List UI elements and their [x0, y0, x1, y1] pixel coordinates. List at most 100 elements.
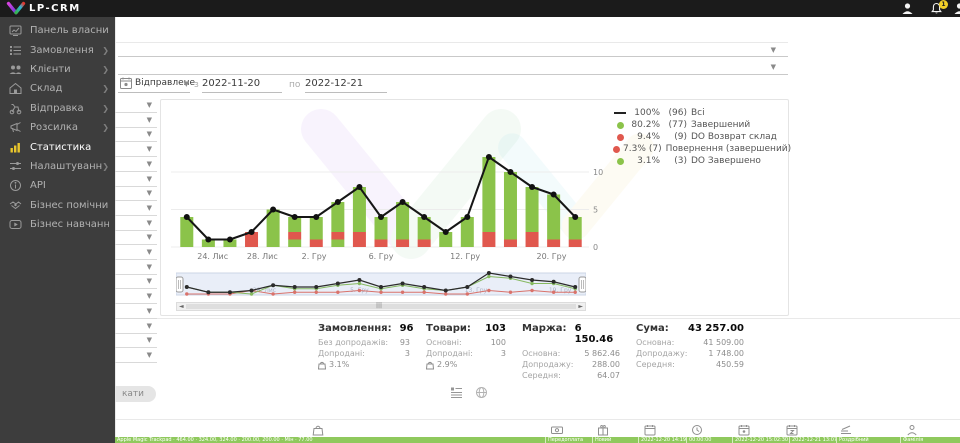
bar-segment-red	[504, 240, 517, 248]
summary-column: Замовлення:96Без допродажів:93Допродані:…	[318, 323, 410, 381]
chevron-down-icon: ▼	[771, 47, 776, 54]
calendar-date-icon[interactable]	[738, 424, 750, 436]
table-cell[interactable]: Новий	[592, 437, 638, 443]
legend-row[interactable]: 9.4%(9)DO Возврат склад	[613, 131, 785, 143]
sidebar-item-замовлення[interactable]: Замовлення❯	[0, 40, 115, 59]
table-cell[interactable]: 2022-12-20 14:19:06	[638, 437, 686, 443]
summary-sub-value: 3	[405, 348, 410, 359]
legend-row[interactable]: 80.2%(77)Завершений	[613, 119, 785, 131]
date-from-input[interactable]: 2022-11-20	[202, 76, 282, 93]
sidebar-item-api[interactable]: API	[0, 176, 115, 195]
sidebar-item-бізнес-навчання[interactable]: Бізнес навчання	[0, 215, 115, 234]
legend-count: (9)	[663, 132, 687, 142]
filter-select-1[interactable]: ▼	[118, 43, 788, 57]
summary-sub-label: Допродажу:	[636, 348, 687, 359]
bar-segment-green	[396, 202, 409, 240]
table-cell[interactable]: Роздрібний	[836, 437, 900, 443]
sidebar-item-label: Бізнес навчання	[30, 219, 109, 230]
sidebar-item-налаштування[interactable]: Налаштування❯	[0, 157, 115, 176]
banknote-icon[interactable]	[551, 424, 563, 436]
summary-column: Маржа:6 150.46Основна:5 862.46Допродажу:…	[522, 323, 620, 381]
person-icon[interactable]	[906, 424, 918, 436]
bag-icon[interactable]	[312, 424, 324, 436]
legend-percent: 80.2%	[630, 120, 660, 130]
chevron-down-icon: ▼	[147, 234, 152, 241]
chevron-down-icon: ▼	[184, 81, 189, 88]
summary-sub-row: Середня:64.07	[522, 370, 620, 381]
summary-column: Товари:103Основні:100Допродані:32.9%	[426, 323, 506, 381]
table-row[interactable]: Apple Magic Trackpad · 464.00 · 324.00, …	[115, 437, 960, 443]
y-axis-tick: 10	[593, 168, 603, 177]
calendar-alt-icon[interactable]	[786, 424, 798, 436]
scroll-left-arrow-icon[interactable]: ◄	[179, 303, 184, 311]
legend-row[interactable]: 3.1%(3)DO Завершено	[613, 155, 785, 167]
x-axis-tick: 12. Гру	[450, 252, 480, 261]
legend-row[interactable]: 100%(96)Всі	[613, 107, 785, 119]
globe-icon[interactable]	[475, 386, 488, 399]
user-secondary-icon[interactable]	[953, 2, 960, 15]
legend-count: (77)	[663, 120, 687, 130]
filter-select-2[interactable]: ▼	[118, 58, 788, 75]
chevron-right-icon: ❯	[102, 123, 109, 132]
summary-sub-label: Без допродажів:	[318, 337, 388, 348]
date-type-select[interactable]: Відправлене ▼	[118, 76, 190, 93]
bar-segment-green	[310, 217, 323, 240]
legend-label: Повернення (завершений)	[666, 144, 792, 154]
user-icon[interactable]	[901, 2, 914, 15]
summary-sub-row: Основна:5 862.46	[522, 348, 620, 359]
summary-sub-row: Допродажу:1 748.00	[636, 348, 744, 359]
table-header-icon-wrap	[906, 424, 918, 436]
legend-percent: 7.3%	[623, 144, 646, 154]
app-root: LP-CRM 1 Панель власникаЗамовлення❯Клієн…	[0, 0, 960, 443]
video-icon	[9, 218, 22, 231]
sidebar-item-розсилка[interactable]: Розсилка❯	[0, 118, 115, 137]
calendar-icon	[120, 77, 132, 89]
summary-sub-row: Основна:41 509.00	[636, 337, 744, 348]
bag-icon	[426, 361, 434, 370]
chart-lines-icon[interactable]	[840, 424, 852, 436]
summary-sub-value: 41 509.00	[703, 337, 744, 348]
legend-dot-swatch	[613, 122, 627, 129]
x-axis-tick: 28. Лис	[247, 252, 278, 261]
chart-range-navigator[interactable]: 28. Лис5. Гру13. Гру19. Гру	[176, 270, 586, 301]
table-header-icon-wrap	[312, 424, 324, 436]
calendar-icon[interactable]	[644, 424, 656, 436]
gift-icon[interactable]	[597, 424, 609, 436]
summary-sub-value: 288.00	[592, 359, 620, 370]
list-icon[interactable]	[450, 386, 463, 399]
sidebar-item-відправка[interactable]: Відправка❯	[0, 99, 115, 118]
x-axis-tick: 24. Лис	[197, 252, 228, 261]
navigator-scrollbar[interactable]: ◄ ► |||	[176, 302, 586, 311]
summary-stats: Замовлення:96Без допродажів:93Допродані:…	[318, 323, 744, 381]
chevron-down-icon: ▼	[147, 278, 152, 285]
date-to-input[interactable]: 2022-12-21	[305, 76, 387, 93]
summary-value: 6 150.46	[575, 323, 620, 345]
table-cell[interactable]: 2022-12-20 15:02:30	[732, 437, 789, 443]
legend-label: DO Завершено	[691, 156, 761, 166]
x-axis-tick: 6. Гру	[369, 252, 394, 261]
bar-segment-green	[526, 187, 539, 232]
summary-title: Товари:	[426, 323, 471, 334]
table-cell[interactable]: Фамілія	[900, 437, 960, 443]
legend-dot-swatch	[613, 134, 627, 141]
table-cell[interactable]: Передоплата	[545, 437, 592, 443]
sidebar-item-склад[interactable]: Склад❯	[0, 79, 115, 98]
y-axis-tick: 0	[593, 243, 598, 252]
table-cell[interactable]: 00:00:00	[686, 437, 732, 443]
legend-line-swatch	[613, 112, 627, 114]
navigator-handle[interactable]	[579, 277, 586, 292]
sidebar-item-бізнес-помічники[interactable]: Бізнес помічники	[0, 196, 115, 215]
legend-row[interactable]: 7.3%(7)Повернення (завершений)	[613, 143, 785, 155]
table-cell-product[interactable]: Apple Magic Trackpad · 464.00 · 324.00, …	[115, 437, 545, 443]
chart-card: 051024. Лис28. Лис2. Гру6. Гру12. Гру20.…	[160, 99, 789, 316]
navigator-handle[interactable]	[176, 277, 183, 292]
scroll-right-arrow-icon[interactable]: ►	[578, 303, 583, 311]
clock-icon[interactable]	[691, 424, 703, 436]
table-cell[interactable]: 2022-12-21 13:07:05	[789, 437, 836, 443]
sidebar-item-клієнти[interactable]: Клієнти❯	[0, 60, 115, 79]
chevron-down-icon: ▼	[147, 131, 152, 138]
sidebar-item-панель-власника[interactable]: Панель власника	[0, 21, 115, 40]
bar-segment-red	[547, 240, 560, 248]
sidebar-item-статистика[interactable]: Статистика	[0, 137, 115, 156]
summary-sub-row: Основні:100	[426, 337, 506, 348]
